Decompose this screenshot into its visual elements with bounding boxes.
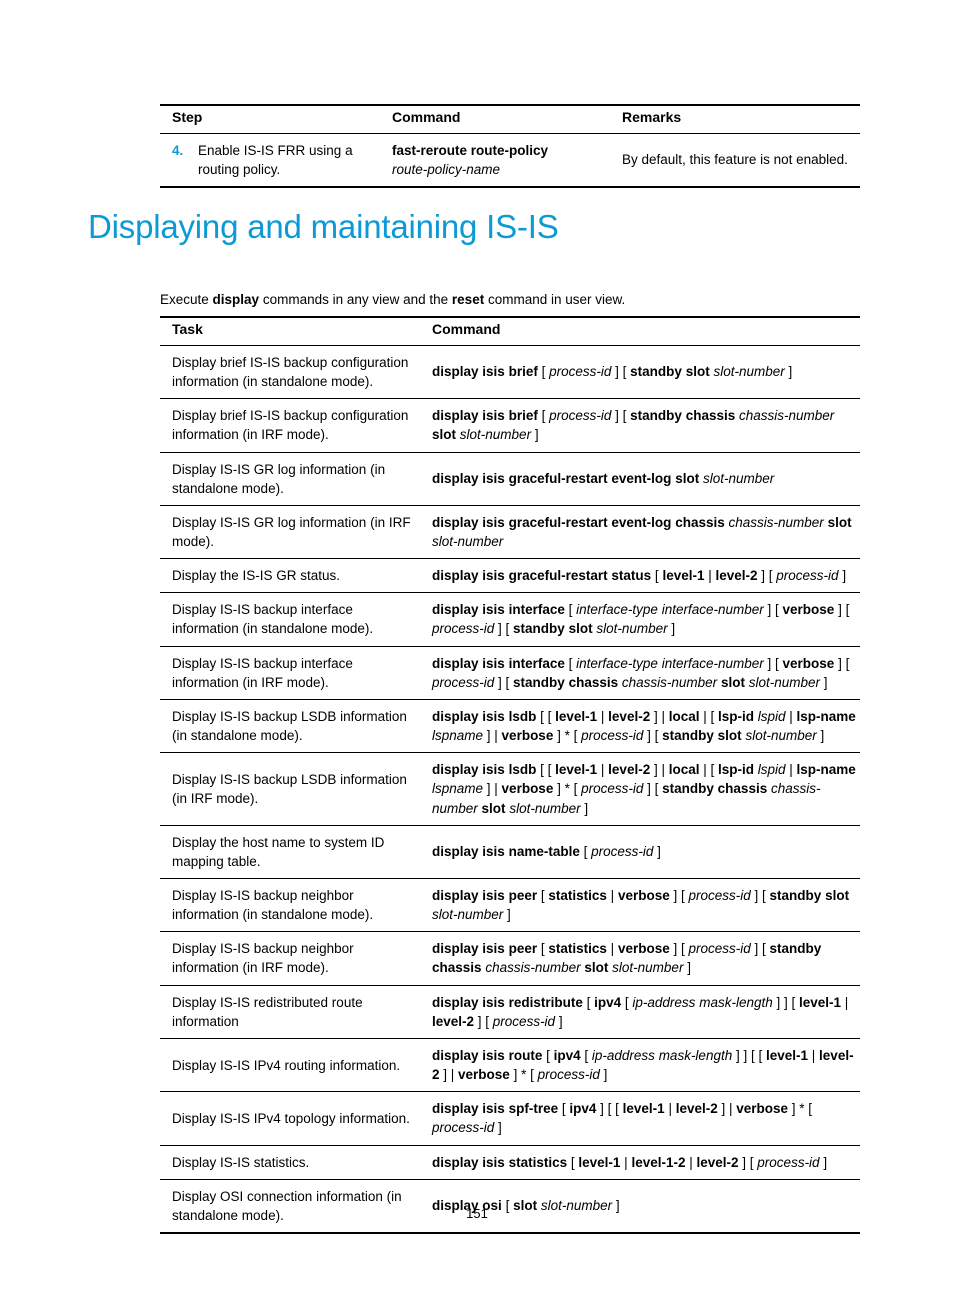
table-row: Display brief IS-IS backup configuration… <box>160 398 860 452</box>
command-cell: display isis lsdb [ [ level-1 | level-2 … <box>432 708 856 744</box>
command-cell: display isis redistribute [ ipv4 [ ip-ad… <box>432 994 849 1029</box>
command-cell: display isis graceful-restart event-log … <box>432 471 775 487</box>
step-cell: 4. Enable IS-IS FRR using a routing polic… <box>160 133 392 187</box>
task-cell: Display IS-IS statistics. <box>172 1154 310 1170</box>
command-parameter: route-policy-name <box>392 162 501 178</box>
intro-part-3: command in user view. <box>484 291 626 307</box>
task-cell: Display IS-IS backup LSDB information (i… <box>172 771 407 806</box>
command-cell: display isis graceful-restart status [ l… <box>432 568 847 584</box>
task-cell: Display IS-IS GR log information (in IRF… <box>172 514 411 549</box>
table-row: Display IS-IS GR log information (in IRF… <box>160 505 860 558</box>
task-cell: Display IS-IS backup interface informati… <box>172 655 353 690</box>
task-table-head: Task Command <box>160 317 860 346</box>
task-cell: Display IS-IS backup neighbor informatio… <box>172 888 374 923</box>
column-header-step: Step <box>172 109 203 125</box>
task-cell: Display IS-IS IPv4 topology information. <box>172 1110 410 1126</box>
page-title: Displaying and maintaining IS-IS <box>88 208 559 245</box>
command-cell: display isis statistics [ level-1 | leve… <box>432 1154 828 1170</box>
table-row: Display the IS-IS GR status. display isis… <box>160 558 860 593</box>
task-cell: Display brief IS-IS backup configuration… <box>172 408 409 443</box>
task-cell: Display the host name to system ID mappi… <box>172 834 385 869</box>
task-cell: Display IS-IS backup LSDB information (i… <box>172 708 407 744</box>
table-row: Display IS-IS backup neighbor informatio… <box>160 931 860 985</box>
task-cell: Display IS-IS redistributed route inform… <box>172 994 363 1029</box>
step-table-head: Step Command Remarks <box>160 105 860 134</box>
column-header-remarks: Remarks <box>622 109 682 125</box>
intro-part-1: Execute <box>160 291 213 307</box>
step-table-body: 4. Enable IS-IS FRR using a routing polic… <box>160 133 860 188</box>
intro-part-2: commands in any view and the <box>259 291 452 307</box>
table-row: Display IS-IS GR log information (in sta… <box>160 452 860 505</box>
table-row: Display IS-IS IPv4 routing information. d… <box>160 1038 860 1091</box>
table-row: Display the host name to system ID mappi… <box>160 825 860 878</box>
table-row: Display IS-IS backup LSDB information (i… <box>160 699 860 752</box>
column-header-task: Task <box>172 321 203 337</box>
command-keyword: fast-reroute route-policy <box>392 142 549 158</box>
command-cell: display isis brief [ process-id ] [ stan… <box>432 364 793 380</box>
command-cell: display isis peer [ statistics | verbose… <box>432 888 850 923</box>
table-header-row: Step Command Remarks <box>160 105 860 134</box>
table-header-row: Task Command <box>160 317 860 346</box>
step-description: Enable IS-IS FRR using a routing policy. <box>198 142 353 178</box>
task-cell: Display IS-IS IPv4 routing information. <box>172 1057 401 1073</box>
command-cell: display isis spf-tree [ ipv4 ] [ [ level… <box>432 1101 813 1136</box>
column-header-command: Command <box>432 321 501 337</box>
task-command-table: Task Command Display brief IS-IS backup … <box>160 316 860 1234</box>
intro-paragraph: Execute display commands in any view and… <box>160 292 625 307</box>
intro-bold-display: display <box>212 291 260 307</box>
command-cell: display isis graceful-restart event-log … <box>432 514 852 549</box>
table-row: Display brief IS-IS backup configuration… <box>160 345 860 398</box>
step-table: Step Command Remarks 4. Enable IS-IS FRR … <box>160 104 860 188</box>
command-cell: display isis peer [ statistics | verbose… <box>432 941 822 976</box>
command-cell: display isis lsdb [ [ level-1 | level-2 … <box>432 762 856 816</box>
command-cell: display isis interface [ interface-type … <box>432 655 850 690</box>
step-number: 4. <box>172 142 184 158</box>
task-cell: Display brief IS-IS backup configuration… <box>172 354 409 390</box>
table-row: Display IS-IS IPv4 topology information.… <box>160 1091 860 1145</box>
task-cell: Display IS-IS backup interface informati… <box>172 602 374 637</box>
command-cell: display isis name-table [ process-id ] <box>432 844 661 860</box>
document-page: Step Command Remarks 4. Enable IS-IS FRR … <box>0 0 954 1296</box>
task-cell: Display IS-IS GR log information (in sta… <box>172 461 386 496</box>
page-number: 151 <box>466 1206 488 1221</box>
intro-bold-reset: reset <box>451 291 485 307</box>
task-cell: Display IS-IS backup neighbor informatio… <box>172 941 354 976</box>
command-cell: display isis route [ ipv4 [ ip-address m… <box>432 1047 854 1083</box>
table-row: Display IS-IS statistics. display isis st… <box>160 1145 860 1179</box>
table-row: Display IS-IS backup interface informati… <box>160 646 860 699</box>
table-row: Display IS-IS backup interface informati… <box>160 592 860 646</box>
step-command-cell: fast-reroute route-policy route-policy-n… <box>392 133 622 187</box>
task-cell: Display the IS-IS GR status. <box>172 568 341 584</box>
command-cell: display isis interface [ interface-type … <box>432 602 850 637</box>
task-table-body: Display brief IS-IS backup configuration… <box>160 345 860 1234</box>
table-row: 4. Enable IS-IS FRR using a routing polic… <box>160 133 860 188</box>
table-row: Display IS-IS backup neighbor informatio… <box>160 878 860 932</box>
table-row: Display IS-IS backup LSDB information (i… <box>160 752 860 825</box>
step-remarks-cell: By default, this feature is not enabled. <box>622 152 848 168</box>
column-header-command: Command <box>392 109 461 125</box>
table-row: Display IS-IS redistributed route inform… <box>160 985 860 1038</box>
command-cell: display isis brief [ process-id ] [ stan… <box>432 408 835 443</box>
